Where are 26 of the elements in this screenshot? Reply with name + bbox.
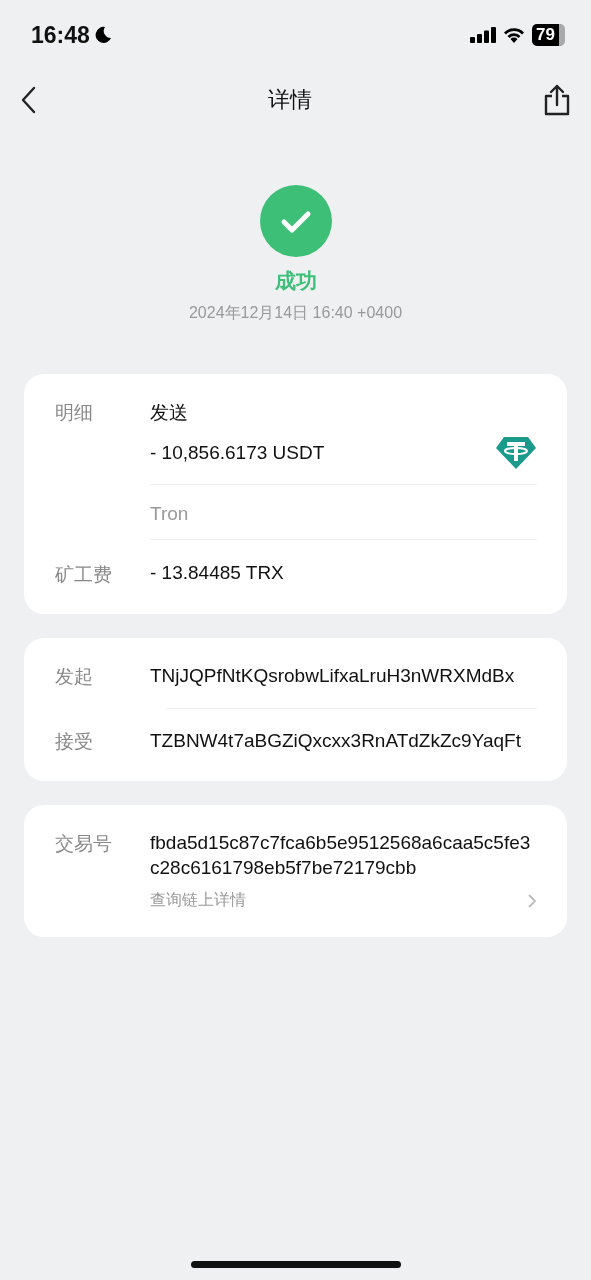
status-text: 成功 xyxy=(274,268,317,294)
clock-time: 16:48 xyxy=(31,21,90,49)
date-time: 2024年12月14日 16:40 +0400 xyxy=(188,303,403,323)
moon-icon xyxy=(93,26,112,44)
wallet-address: TZBNW4t7aBGZiQxcxx3RnATdZkZc9YaqFt xyxy=(150,729,522,753)
chevron-icon xyxy=(527,892,537,909)
explorer-link[interactable]: 查询链上详情 xyxy=(150,890,537,912)
field-label: 矿工费 xyxy=(55,563,113,587)
fee-amount: - 13.84485 TRX xyxy=(150,562,284,585)
amount-text: - 10,856.6173 USDT xyxy=(150,442,325,464)
signal-icon xyxy=(470,27,497,43)
token-icon xyxy=(495,436,537,470)
share-icon[interactable] xyxy=(543,84,571,116)
battery-level: 79 xyxy=(532,24,565,46)
field-label: 接受 xyxy=(55,730,94,754)
field-label: 交易号 xyxy=(55,832,113,856)
page-title: 详情 xyxy=(267,86,312,114)
transfer-type: 发送 xyxy=(150,401,189,425)
wifi-icon xyxy=(503,27,526,43)
wallet-address: TNjJQPfNtKQsrobwLifxaLruH3nWRXMdBx xyxy=(150,664,516,688)
network-name: Tron xyxy=(150,503,190,525)
transaction-hash: fbda5d15c87c7fca6b5e9512568a6caa5c5fe3c28c6161798eb5f7be72179cbb xyxy=(150,831,532,880)
back-icon[interactable] xyxy=(20,86,36,114)
field-label: 发起 xyxy=(55,665,94,689)
field-label: 明细 xyxy=(55,401,94,425)
check-icon xyxy=(259,185,332,257)
